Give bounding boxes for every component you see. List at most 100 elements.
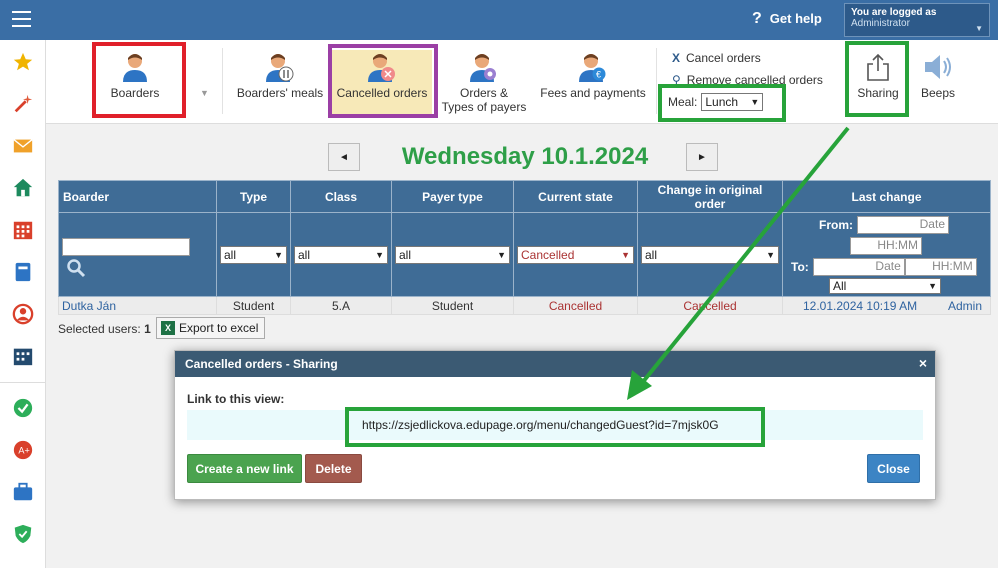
svg-text:A+: A+ (18, 446, 29, 456)
dialog-title: Cancelled orders - Sharing (185, 357, 338, 371)
chevron-down-icon: ▼ (274, 249, 283, 260)
svg-text:€: € (596, 70, 601, 80)
type-filter-cell: all ▼ (216, 212, 291, 297)
change-select[interactable]: all ▼ (641, 245, 779, 264)
meal-filter: Meal: Lunch ▼ (668, 93, 764, 111)
to-time-input[interactable]: HH:MM (904, 257, 977, 276)
last-change-select[interactable]: All ▼ (829, 277, 941, 294)
row-type: Student (216, 296, 291, 315)
type-select[interactable]: all ▼ (220, 245, 287, 264)
cancelled-orders-button[interactable]: Cancelled orders (332, 50, 432, 116)
search-icon[interactable] (66, 258, 86, 278)
book-icon[interactable] (11, 260, 35, 284)
fees-euro-icon: € (579, 54, 606, 82)
calendar-grid-icon[interactable] (11, 218, 35, 242)
excel-icon: X (161, 321, 175, 335)
row-last-change: 12.01.2024 10:19 AM Admin (782, 296, 991, 315)
col-current-state[interactable]: Current state (513, 180, 638, 213)
mail-icon[interactable] (11, 134, 35, 158)
get-help-link[interactable]: ? Get help (752, 10, 822, 28)
boarders-button[interactable]: Boarders (96, 52, 174, 100)
star-icon[interactable] (11, 50, 35, 74)
sharing-dialog: Cancelled orders - Sharing × Link to thi… (174, 350, 936, 500)
export-excel-button[interactable]: X Export to excel (156, 317, 266, 339)
logged-as-label: You are logged as (851, 7, 937, 18)
payer-type-filter-cell: all ▼ (391, 212, 514, 297)
home-icon[interactable] (11, 176, 35, 200)
more-chevron-icon[interactable]: ▼ (200, 86, 209, 100)
meal-label: Meal: (668, 95, 698, 109)
share-url[interactable]: https://zsjedlickova.edupage.org/menu/ch… (362, 418, 719, 432)
fees-payments-button[interactable]: € Fees and payments (536, 52, 650, 100)
check-icon[interactable] (11, 396, 35, 420)
col-payer-type[interactable]: Payer type (391, 180, 514, 213)
from-date-input[interactable]: Date (857, 215, 949, 234)
orders-types-button[interactable]: Orders & Types of payers (438, 52, 530, 114)
col-change[interactable]: Change in original order (637, 180, 783, 213)
class-filter-cell: all ▼ (290, 212, 392, 297)
next-day-button[interactable]: ► (686, 143, 718, 171)
to-label: To: (791, 259, 809, 274)
chevron-down-icon: ▼ (766, 249, 775, 260)
chevron-down-icon: ▼ (375, 249, 384, 260)
chevron-down-icon: ▼ (621, 249, 630, 260)
table-row[interactable]: Dutka Ján Student 5.A Student Cancelled … (58, 296, 991, 315)
top-bar: ? Get help You are logged as Administrato… (0, 0, 998, 40)
last-change-by[interactable]: Admin (948, 299, 982, 313)
col-class[interactable]: Class (290, 180, 392, 213)
chevron-down-icon: ▼ (497, 249, 506, 260)
user-menu[interactable]: You are logged as Administrator ▼ (844, 3, 990, 37)
current-state-select[interactable]: Cancelled ▼ (517, 245, 634, 264)
from-label: From: (819, 217, 853, 232)
close-button[interactable]: Close (867, 454, 920, 483)
x-icon: X (672, 51, 681, 65)
class-select[interactable]: all ▼ (294, 245, 388, 264)
link-label: Link to this view: (187, 392, 285, 406)
boarders-meals-button[interactable]: Boarders' meals (234, 52, 326, 100)
to-date-input[interactable]: Date (812, 257, 905, 276)
filter-row: all ▼ all ▼ all ▼ Cancelled ▼ all ▼ From: Dat… (58, 212, 991, 297)
grade-icon[interactable]: A+ (11, 438, 35, 462)
toolbar-separator (656, 48, 657, 114)
user-role: Administrator (851, 18, 910, 29)
date-title: Wednesday 10.1.2024 (401, 143, 649, 170)
chevron-down-icon: ▼ (750, 97, 760, 107)
row-class: 5.A (290, 296, 392, 315)
sharing-button[interactable]: Sharing (852, 52, 904, 100)
col-boarder[interactable]: Boarder (58, 180, 217, 213)
boarder-search-input[interactable] (62, 237, 190, 256)
shield-icon[interactable] (11, 522, 35, 546)
create-new-link-button[interactable]: Create a new link (187, 454, 302, 483)
orders-table: Boarder Type Class Payer type Current st… (58, 180, 991, 315)
last-change-filter-cell: From: Date HH:MM To: Date HH:MM All ▼ (782, 212, 991, 297)
chevron-down-icon: ▼ (928, 280, 937, 291)
boarder-name[interactable]: Dutka Ján (58, 296, 217, 315)
delete-button[interactable]: Delete (305, 454, 362, 483)
col-type[interactable]: Type (216, 180, 291, 213)
table-header-row: Boarder Type Class Payer type Current st… (58, 180, 991, 213)
row-current-state: Cancelled (513, 296, 638, 315)
beeps-button[interactable]: Beeps (914, 52, 962, 100)
col-last-change[interactable]: Last change (782, 180, 991, 213)
link-box[interactable]: https://zsjedlickova.edupage.org/menu/ch… (187, 410, 923, 440)
hamburger-menu-icon[interactable] (12, 11, 31, 27)
timetable-icon[interactable] (11, 344, 35, 368)
meal-select[interactable]: Lunch ▼ (701, 93, 764, 111)
share-icon (867, 53, 889, 81)
wand-icon[interactable] (11, 92, 35, 116)
dialog-header: Cancelled orders - Sharing × (175, 351, 935, 377)
cancel-orders-action[interactable]: X Cancel orders (672, 51, 761, 65)
remove-cancelled-action[interactable]: ⚲ Remove cancelled orders (672, 73, 823, 87)
from-time-input[interactable]: HH:MM (850, 236, 922, 255)
selected-users: Selected users: 1 (58, 322, 151, 336)
close-icon[interactable]: × (919, 355, 927, 371)
briefcase-icon[interactable] (11, 480, 35, 504)
chevron-down-icon: ▼ (975, 24, 983, 33)
toolbar-separator (222, 48, 223, 114)
prev-day-button[interactable]: ◄ (328, 143, 360, 171)
boarder-person-icon (123, 54, 147, 82)
person-icon[interactable] (11, 302, 35, 326)
sidebar: A+ (0, 40, 46, 568)
payer-type-select[interactable]: all ▼ (395, 245, 510, 264)
boarder-meal-icon (266, 54, 294, 82)
